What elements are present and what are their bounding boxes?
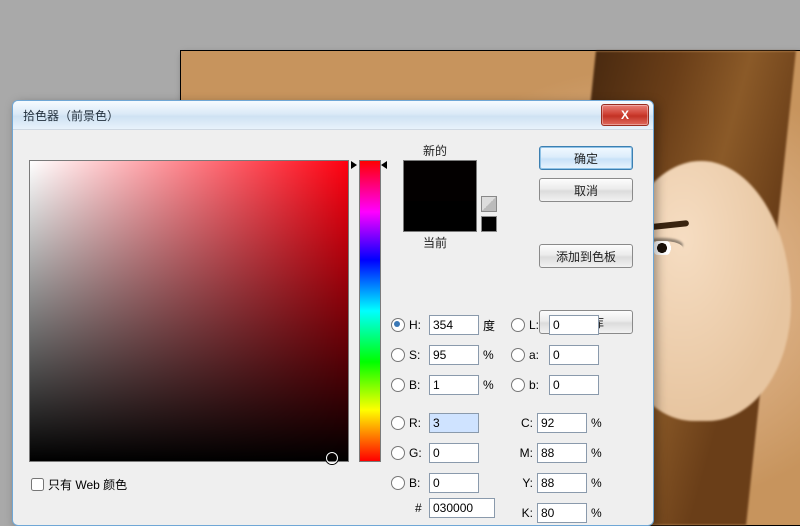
row-a: a:: [511, 340, 619, 370]
row-L: L:: [511, 310, 619, 340]
unit-k: %: [587, 506, 607, 520]
row-k: K: %: [511, 498, 619, 526]
radio-L[interactable]: [511, 318, 525, 332]
label-blue: B:: [409, 476, 429, 490]
radio-brightness[interactable]: [391, 378, 405, 392]
web-colors-label: 只有 Web 颜色: [48, 476, 127, 493]
input-brightness[interactable]: [429, 375, 479, 395]
hex-prefix: #: [415, 501, 429, 515]
input-L[interactable]: [549, 315, 599, 335]
cancel-button[interactable]: 取消: [539, 178, 633, 202]
row-g: G:: [391, 438, 499, 468]
web-colors-only-row: 只有 Web 颜色: [31, 476, 127, 493]
row-c: C: %: [511, 408, 619, 438]
unit-c: %: [587, 416, 607, 430]
input-k[interactable]: [537, 503, 587, 523]
dialog-button-column: 确定 取消 添加到色板 颜色库: [539, 146, 633, 334]
row-y: Y: %: [511, 468, 619, 498]
input-hex[interactable]: [429, 498, 495, 518]
gamut-corrected-swatch[interactable]: [481, 216, 497, 232]
label-h: H:: [409, 318, 429, 332]
new-color-swatch[interactable]: [404, 161, 476, 201]
swatch-current-label: 当前: [423, 234, 447, 251]
label-m: M:: [511, 446, 537, 460]
swatch-new-label: 新的: [423, 142, 447, 159]
lab-cmyk-column: L: a: b: C: % M:: [511, 310, 619, 526]
input-y[interactable]: [537, 473, 587, 493]
label-L: L:: [529, 318, 549, 332]
label-s: S:: [409, 348, 429, 362]
unit-h: 度: [479, 317, 499, 334]
add-to-swatches-button[interactable]: 添加到色板: [539, 244, 633, 268]
input-labb[interactable]: [549, 375, 599, 395]
sv-cursor-icon: [326, 452, 338, 464]
hex-row: #: [415, 498, 495, 518]
label-y: Y:: [511, 476, 537, 490]
radio-blue[interactable]: [391, 476, 405, 490]
unit-m: %: [587, 446, 607, 460]
hsb-rgb-column: H: 度 S: % B: % R:: [391, 310, 499, 498]
row-s: S: %: [391, 340, 499, 370]
ok-button[interactable]: 确定: [539, 146, 633, 170]
input-c[interactable]: [537, 413, 587, 433]
radio-g[interactable]: [391, 446, 405, 460]
label-a: a:: [529, 348, 549, 362]
input-blue[interactable]: [429, 473, 479, 493]
row-b-blue: B:: [391, 468, 499, 498]
dialog-title: 拾色器（前景色）: [23, 107, 119, 124]
row-m: M: %: [511, 438, 619, 468]
unit-brightness: %: [479, 378, 499, 392]
label-g: G:: [409, 446, 429, 460]
row-b-br: B: %: [391, 370, 499, 400]
close-button[interactable]: X: [601, 104, 649, 126]
row-r: R:: [391, 408, 499, 438]
radio-s[interactable]: [391, 348, 405, 362]
label-c: C:: [511, 416, 537, 430]
close-icon: X: [621, 108, 629, 122]
hue-slider[interactable]: [359, 160, 381, 462]
saturation-value-field[interactable]: [29, 160, 349, 462]
input-s[interactable]: [429, 345, 479, 365]
titlebar[interactable]: 拾色器（前景色） X: [13, 101, 653, 130]
input-m[interactable]: [537, 443, 587, 463]
gamut-warning-icon[interactable]: [481, 196, 497, 212]
color-picker-dialog: 拾色器（前景色） X 新的 当前 确定 取消 添加到色板 颜色库: [12, 100, 654, 526]
radio-labb[interactable]: [511, 378, 525, 392]
input-a[interactable]: [549, 345, 599, 365]
input-h[interactable]: [429, 315, 479, 335]
row-labb: b:: [511, 370, 619, 400]
label-k: K:: [511, 506, 537, 520]
row-h: H: 度: [391, 310, 499, 340]
input-g[interactable]: [429, 443, 479, 463]
label-labb: b:: [529, 378, 549, 392]
label-brightness: B:: [409, 378, 429, 392]
web-colors-checkbox[interactable]: [31, 478, 44, 491]
label-r: R:: [409, 416, 429, 430]
radio-r[interactable]: [391, 416, 405, 430]
unit-s: %: [479, 348, 499, 362]
input-r[interactable]: [429, 413, 479, 433]
radio-h[interactable]: [391, 318, 405, 332]
radio-a[interactable]: [511, 348, 525, 362]
current-color-swatch[interactable]: [404, 201, 476, 231]
unit-y: %: [587, 476, 607, 490]
color-swatch-group: [403, 160, 477, 232]
